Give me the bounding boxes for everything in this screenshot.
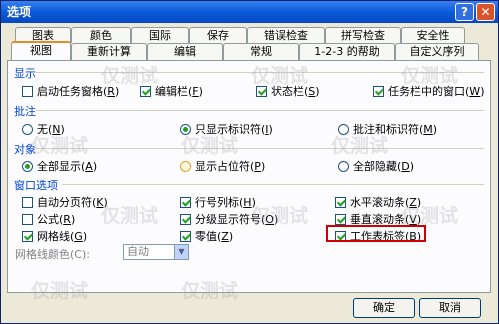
divider (62, 184, 484, 185)
divider (36, 72, 484, 73)
checkbox-label: 状态栏 (271, 85, 304, 98)
radio-circle[interactable] (22, 123, 33, 135)
radio-comments-indicator[interactable]: 只显示标识符(I) (180, 121, 273, 137)
radio-label: 显示占位符 (195, 160, 250, 173)
radio-circle[interactable] (338, 123, 349, 135)
radio-label: 批注和标识符 (353, 123, 419, 136)
radio-circle[interactable] (180, 123, 191, 135)
checkbox-box[interactable] (335, 213, 346, 225)
checkbox-label: 水平滚动条 (350, 196, 405, 209)
checkbox-label: 启动任务窗格 (37, 85, 103, 98)
checkbox-taskbar-windows[interactable]: 任务栏中的窗口(W) (373, 83, 484, 99)
tab-security[interactable]: 安全性 (401, 27, 465, 43)
title-bar: 选项 ? ✕ (1, 1, 498, 23)
tab-save[interactable]: 保存 (189, 27, 247, 43)
checkbox-box[interactable] (22, 85, 33, 97)
checkbox-box[interactable] (180, 230, 191, 242)
checkbox-label: 编辑栏 (155, 85, 188, 98)
checkbox-formulas[interactable]: 公式(R) (22, 211, 75, 227)
checkbox-outline-symbols[interactable]: 分级显示符号(O) (180, 211, 278, 227)
radio-comments-none[interactable]: 无(N) (22, 121, 65, 137)
close-icon[interactable]: ✕ (476, 3, 495, 21)
checkbox-box[interactable] (335, 196, 346, 208)
divider (36, 110, 484, 111)
tab-view[interactable]: 视图 (11, 41, 71, 60)
options-dialog: 选项 ? ✕ 图表 颜色 国际 保存 错误检查 拼写检查 安全性 视图 重新计算… (0, 0, 499, 324)
chevron-down-icon[interactable]: ▼ (174, 245, 188, 259)
radio-circle[interactable] (22, 160, 33, 172)
section-window-options-title: 窗口选项 (14, 179, 58, 192)
tab-error-checking[interactable]: 错误检查 (247, 27, 325, 43)
radio-label: 无 (37, 123, 48, 136)
checkbox-gridlines[interactable]: 网格线(G) (22, 228, 87, 244)
tab-row-front: 视图 重新计算 编辑 常规 1-2-3 的帮助 自定义序列 (11, 41, 479, 60)
highlight-box (326, 225, 426, 242)
checkbox-box[interactable] (22, 230, 33, 242)
radio-label: 全部显示 (37, 160, 81, 173)
radio-objects-show-all[interactable]: 全部显示(A) (22, 158, 97, 174)
radio-label: 全部隐藏 (353, 160, 397, 173)
help-icon[interactable]: ? (455, 3, 474, 21)
checkbox-box[interactable] (180, 213, 191, 225)
tab-general[interactable]: 常规 (223, 43, 299, 60)
tab-international[interactable]: 国际 (131, 27, 189, 43)
radio-comments-both[interactable]: 批注和标识符(M) (338, 121, 437, 137)
checkbox-startup-pane[interactable]: 启动任务窗格(R) (22, 83, 119, 99)
tab-spelling[interactable]: 拼写检查 (325, 27, 401, 43)
checkbox-formula-bar[interactable]: 编辑栏(F) (140, 83, 203, 99)
checkbox-box[interactable] (373, 85, 384, 97)
checkbox-horizontal-scrollbar[interactable]: 水平滚动条(Z) (335, 194, 421, 210)
checkbox-box[interactable] (22, 196, 33, 208)
tab-lotus-help[interactable]: 1-2-3 的帮助 (299, 43, 395, 60)
section-comments-title: 批注 (14, 105, 36, 118)
window-title: 选项 (7, 5, 32, 19)
tab-recalc[interactable]: 重新计算 (71, 43, 147, 60)
checkbox-box[interactable] (140, 85, 151, 97)
section-show-title: 显示 (14, 67, 36, 80)
checkbox-label: 自动分页符 (37, 196, 92, 209)
tab-row-back: 图表 颜色 国际 保存 错误检查 拼写检查 安全性 (15, 27, 465, 43)
checkbox-label: 网格线 (37, 230, 70, 243)
gridline-color-label: 网格线颜色(C): (15, 248, 90, 261)
gridline-color-select[interactable]: 自动 ▼ (123, 244, 189, 260)
checkbox-box[interactable] (180, 196, 191, 208)
ok-button[interactable]: 确定 (353, 298, 415, 318)
checkbox-label: 公式 (37, 213, 59, 226)
cancel-button[interactable]: 取消 (419, 298, 481, 318)
radio-circle[interactable] (180, 160, 191, 172)
radio-label: 只显示标识符 (195, 123, 261, 136)
gridline-color-value: 自动 (127, 245, 149, 258)
divider (36, 148, 484, 149)
checkbox-box[interactable] (22, 213, 33, 225)
checkbox-label: 任务栏中的窗口 (388, 85, 465, 98)
checkbox-zero-values[interactable]: 零值(Z) (180, 228, 233, 244)
radio-circle[interactable] (338, 160, 349, 172)
checkbox-box[interactable] (256, 85, 267, 97)
tab-custom-lists[interactable]: 自定义序列 (395, 43, 479, 60)
checkbox-label: 行号列标 (195, 196, 239, 209)
checkbox-page-breaks[interactable]: 自动分页符(K) (22, 194, 108, 210)
checkbox-label: 分级显示符号 (195, 213, 261, 226)
tab-color[interactable]: 颜色 (71, 27, 131, 43)
checkbox-row-col-headers[interactable]: 行号列标(H) (180, 194, 256, 210)
checkbox-label: 零值 (195, 230, 217, 243)
checkbox-status-bar[interactable]: 状态栏(S) (256, 83, 320, 99)
section-objects-title: 对象 (14, 143, 36, 156)
radio-objects-hide-all[interactable]: 全部隐藏(D) (338, 158, 414, 174)
tab-edit[interactable]: 编辑 (147, 43, 223, 60)
radio-objects-placeholders[interactable]: 显示占位符(P) (180, 158, 265, 174)
